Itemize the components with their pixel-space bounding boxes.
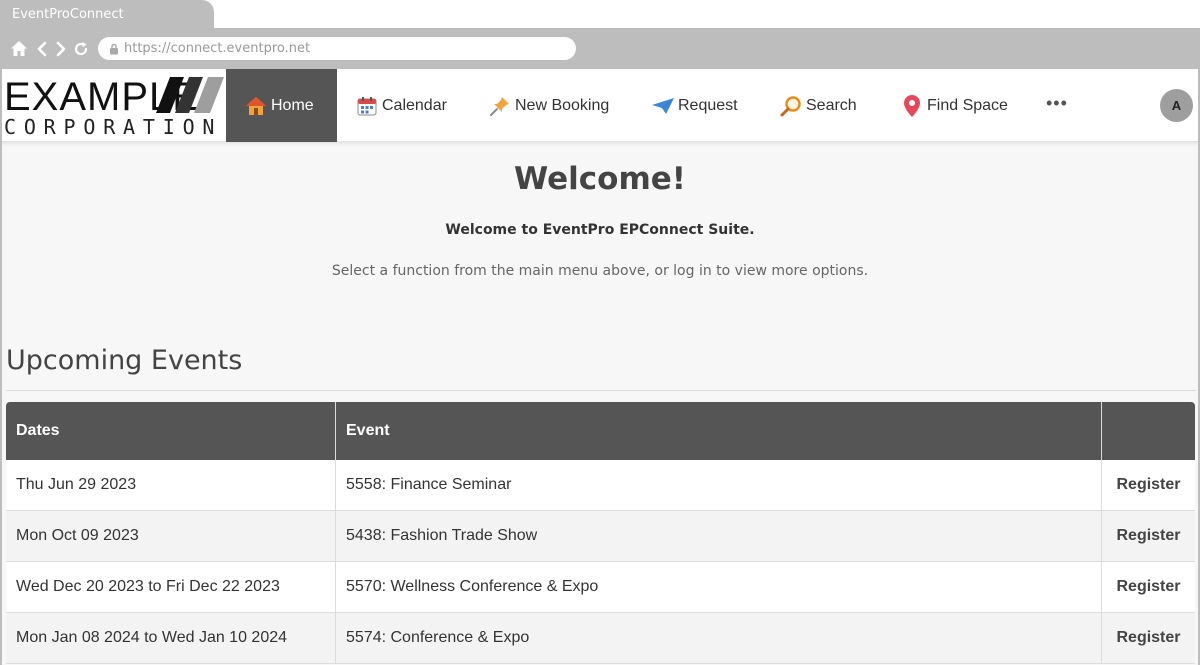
house-icon — [244, 94, 268, 118]
nav-search-label: Search — [806, 96, 857, 114]
divider — [6, 390, 1196, 391]
nav-calendar-label: Calendar — [382, 96, 447, 114]
table-row: Wed Dec 20 2023 to Fri Dec 22 2023 5570:… — [6, 562, 1195, 613]
lock-icon — [109, 42, 119, 60]
welcome-subtitle: Welcome to EventPro EPConnect Suite. — [445, 222, 755, 238]
event-dates: Mon Oct 09 2023 — [6, 511, 336, 562]
nav-find-space[interactable]: Find Space — [882, 69, 1026, 142]
nav-home-label: Home — [271, 96, 314, 114]
events-table: Dates Event Thu Jun 29 2023 5558: Financ… — [6, 402, 1195, 664]
table-row: Thu Jun 29 2023 5558: Finance Seminar Re… — [6, 460, 1195, 511]
register-button[interactable]: Register — [1102, 511, 1195, 562]
event-name: 5570: Wellness Conference & Expo — [336, 562, 1102, 613]
main-nav: EXAMPLE CORPORATION Home Calendar New Bo… — [2, 69, 1198, 142]
tab-strip: EventProConnect — [0, 0, 1200, 28]
register-button[interactable]: Register — [1102, 613, 1195, 664]
logo-line2: CORPORATION — [4, 115, 223, 139]
nav-new-booking-label: New Booking — [515, 96, 610, 114]
event-dates: Mon Jan 08 2024 to Wed Jan 10 2024 — [6, 613, 336, 664]
browser-toolbar — [0, 28, 1200, 69]
calendar-icon — [355, 94, 379, 118]
home-icon[interactable] — [10, 40, 28, 58]
url-input[interactable] — [124, 39, 564, 58]
event-name: 5574: Conference & Expo — [336, 613, 1102, 664]
paper-plane-icon — [651, 94, 675, 118]
column-header-event: Event — [336, 402, 1102, 460]
register-button[interactable]: Register — [1102, 562, 1195, 613]
upcoming-events-heading: Upcoming Events — [6, 345, 243, 376]
address-bar[interactable] — [98, 37, 576, 60]
browser-tab[interactable]: EventProConnect — [0, 0, 214, 28]
table-row: Mon Oct 09 2023 5438: Fashion Trade Show… — [6, 511, 1195, 562]
table-row: Mon Jan 08 2024 to Wed Jan 10 2024 5574:… — [6, 613, 1195, 664]
column-header-dates: Dates — [6, 402, 336, 460]
map-pin-icon — [900, 94, 924, 118]
logo-slashes-icon — [156, 77, 224, 113]
page-viewport: EXAMPLE CORPORATION Home Calendar New Bo… — [2, 69, 1198, 665]
avatar[interactable]: A — [1160, 89, 1193, 122]
nav-calendar[interactable]: Calendar — [337, 69, 465, 142]
pushpin-icon — [488, 94, 512, 118]
nav-request[interactable]: Request — [633, 69, 756, 142]
welcome-text: Select a function from the main menu abo… — [331, 263, 869, 279]
company-logo[interactable]: EXAMPLE CORPORATION — [4, 75, 224, 137]
reload-icon[interactable] — [72, 40, 90, 58]
back-icon[interactable] — [33, 40, 51, 58]
more-menu-icon[interactable]: ••• — [1046, 93, 1068, 114]
nav-new-booking[interactable]: New Booking — [470, 69, 627, 142]
magnifier-icon — [779, 94, 803, 118]
nav-home[interactable]: Home — [226, 69, 337, 142]
browser-tab-title: EventProConnect — [12, 7, 124, 22]
event-name: 5438: Fashion Trade Show — [336, 511, 1102, 562]
welcome-title: Welcome! — [514, 161, 686, 197]
event-dates: Thu Jun 29 2023 — [6, 460, 336, 511]
table-header-row: Dates Event — [6, 402, 1195, 460]
register-button[interactable]: Register — [1102, 460, 1195, 511]
nav-request-label: Request — [678, 96, 738, 114]
event-name: 5558: Finance Seminar — [336, 460, 1102, 511]
nav-find-space-label: Find Space — [927, 96, 1008, 114]
column-header-action — [1102, 402, 1195, 460]
event-dates: Wed Dec 20 2023 to Fri Dec 22 2023 — [6, 562, 336, 613]
forward-icon[interactable] — [52, 40, 70, 58]
nav-search[interactable]: Search — [761, 69, 875, 142]
